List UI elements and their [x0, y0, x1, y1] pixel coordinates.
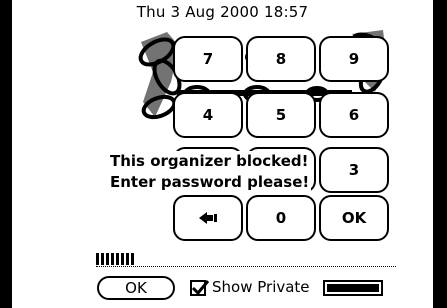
- show-private-checkbox[interactable]: [190, 280, 210, 296]
- blocked-message-line1: This organizer blocked!: [110, 152, 309, 170]
- password-char-mark: [126, 253, 129, 265]
- show-private-label: Show Private: [212, 278, 310, 296]
- password-entry-track: [96, 266, 396, 267]
- checkmark-icon: [191, 280, 210, 296]
- key-5[interactable]: 5: [246, 92, 316, 138]
- key-6[interactable]: 6: [319, 92, 389, 138]
- backspace-key[interactable]: [173, 195, 243, 241]
- password-char-mark: [101, 253, 104, 265]
- blocked-message-line2: Enter password please!: [110, 173, 310, 191]
- status-datetime: Thu 3 Aug 2000 18:57: [136, 3, 309, 21]
- key-4[interactable]: 4: [173, 92, 243, 138]
- password-char-mark: [96, 253, 99, 265]
- backspace-arrow-icon: [199, 212, 217, 224]
- password-char-mark: [121, 253, 124, 265]
- password-char-mark: [131, 253, 134, 265]
- device-screen: Thu 3 Aug 2000 18:57 7 8 9 4 5 6 3 0 OK …: [0, 0, 447, 308]
- privacy-status-fill: [327, 284, 379, 292]
- password-char-mark: [111, 253, 114, 265]
- key-3[interactable]: 3: [319, 147, 389, 193]
- keypad-ok-button[interactable]: OK: [319, 195, 389, 241]
- ok-button[interactable]: OK: [97, 276, 175, 300]
- key-9[interactable]: 9: [319, 36, 389, 82]
- password-char-mark: [106, 253, 109, 265]
- key-8[interactable]: 8: [246, 36, 316, 82]
- password-entry-indicator: [96, 253, 156, 265]
- privacy-status-bar: [323, 280, 383, 296]
- blocked-message: This organizer blocked! Enter password p…: [108, 151, 312, 193]
- key-7[interactable]: 7: [173, 36, 243, 82]
- password-char-mark: [116, 253, 119, 265]
- key-0[interactable]: 0: [246, 195, 316, 241]
